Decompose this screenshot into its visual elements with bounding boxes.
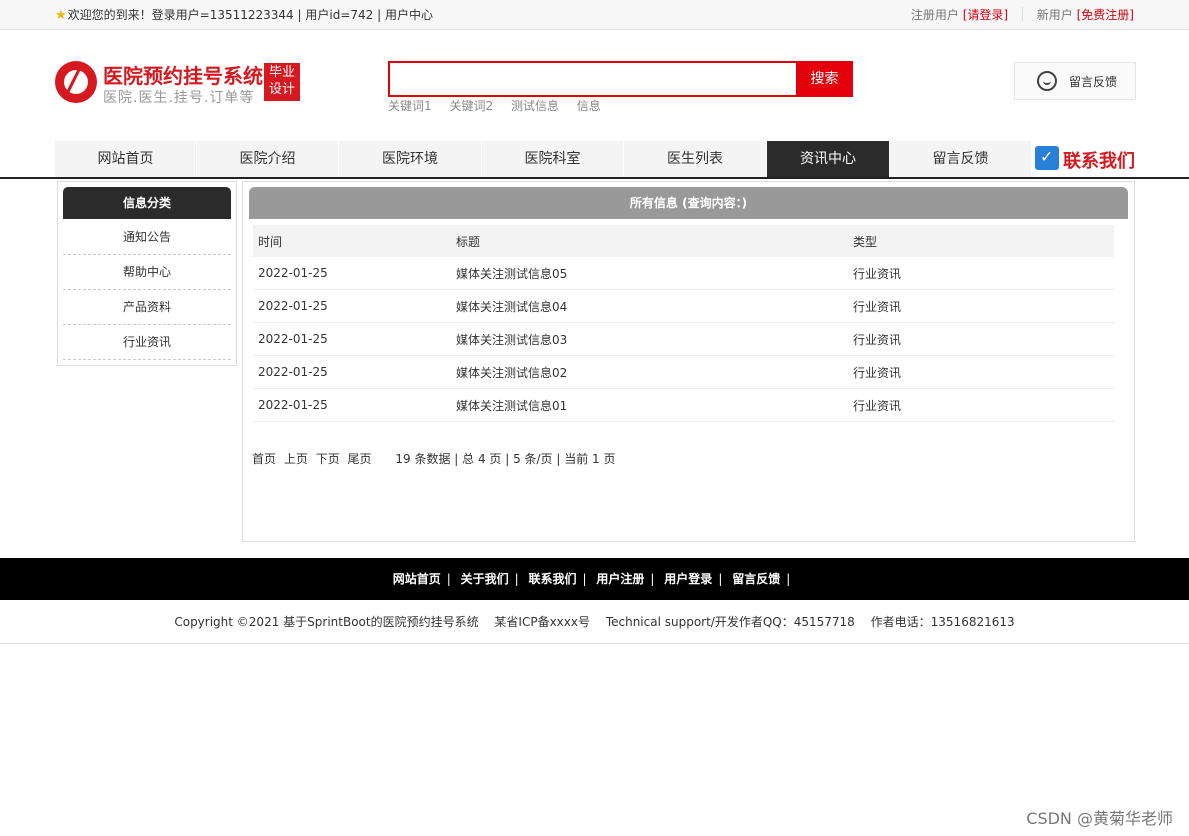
footer-nav: 网站首页 | 关于我们 | 联系我们 | 用户注册 | 用户登录 | 留言反馈 |	[0, 558, 1189, 600]
support-text: Technical support/开发作者QQ：45157718	[605, 615, 855, 629]
footer-link-contact[interactable]: 联系我们	[529, 572, 577, 586]
nav-item-feedback[interactable]: 留言反馈	[890, 141, 1032, 177]
cell-type: 行业资讯	[848, 322, 1114, 356]
nav-item-departments[interactable]: 医院科室	[482, 141, 624, 177]
contact-us-label: 联系我们	[1063, 151, 1135, 172]
column-header-title: 标题	[451, 225, 848, 257]
divider	[1021, 7, 1023, 21]
register-user-label: 注册用户	[910, 8, 959, 22]
headset-icon	[1037, 71, 1057, 91]
footer-separator: |	[786, 572, 791, 586]
copyright-text: Copyright ©2021 基于SprintBoot的医院预约挂号系统	[174, 615, 479, 629]
top-bar: ★欢迎您的到来！登录用户=13511223344 | 用户id=742 | 用户…	[0, 0, 1189, 30]
register-link[interactable]: [免费注册]	[1077, 8, 1134, 22]
keyword-link[interactable]: 关键词2	[449, 99, 493, 113]
pager-next-link[interactable]: 下页	[316, 452, 340, 466]
table-row[interactable]: 2022-01-25 媒体关注测试信息01 行业资讯	[253, 388, 1114, 422]
footer-separator: |	[650, 572, 655, 586]
cell-title-link[interactable]: 媒体关注测试信息05	[451, 257, 848, 290]
search-input[interactable]	[388, 61, 798, 97]
info-list-panel: 所有信息 (查询内容：) 时间 标题 类型 2022-01-25 媒体关注测试信…	[242, 181, 1135, 542]
hot-keywords: 关键词1 关键词2 测试信息 信息	[388, 97, 615, 114]
cell-type: 行业资讯	[848, 289, 1114, 323]
search-button[interactable]: 搜索	[796, 61, 853, 97]
nav-item-hospital-intro[interactable]: 医院介绍	[197, 141, 339, 177]
sidebar-item-products[interactable]: 产品资料	[63, 290, 231, 325]
pager-first-link[interactable]: 首页	[252, 452, 276, 466]
copyright-bar: Copyright ©2021 基于SprintBoot的医院预约挂号系统 某省…	[0, 600, 1189, 644]
pager-stats: 19 条数据 | 总 4 页 | 5 条/页 | 当前 1 页	[395, 452, 616, 466]
nav-divider	[0, 177, 1189, 179]
keyword-link[interactable]: 信息	[577, 99, 601, 113]
keyword-link[interactable]: 测试信息	[511, 99, 559, 113]
nav-item-doctors[interactable]: 医生列表	[624, 141, 767, 177]
keyword-link[interactable]: 关键词1	[388, 99, 432, 113]
cell-time: 2022-01-25	[253, 388, 451, 422]
pager-links: 首页 上页 下页 尾页	[252, 452, 379, 466]
footer-link-home[interactable]: 网站首页	[393, 572, 441, 586]
column-header-time: 时间	[253, 225, 451, 257]
sidebar-item-help[interactable]: 帮助中心	[63, 255, 231, 290]
badge-line-2: 设计	[268, 82, 295, 97]
nav-item-home[interactable]: 网站首页	[55, 141, 197, 177]
phone-text: 作者电话：13516821613	[870, 615, 1015, 629]
login-link[interactable]: [请登录]	[963, 8, 1008, 22]
cell-time: 2022-01-25	[253, 257, 451, 290]
pager-last-link[interactable]: 尾页	[348, 452, 372, 466]
cell-type: 行业资讯	[848, 388, 1114, 422]
column-header-type: 类型	[848, 225, 1114, 257]
footer-separator: |	[582, 572, 587, 586]
feedback-label: 留言反馈	[1069, 75, 1118, 89]
footer-link-register[interactable]: 用户注册	[596, 572, 644, 586]
cell-title-link[interactable]: 媒体关注测试信息02	[451, 355, 848, 389]
footer-link-feedback[interactable]: 留言反馈	[732, 572, 780, 586]
table-header-row: 时间 标题 类型	[253, 225, 1114, 257]
footer-separator: |	[718, 572, 723, 586]
search-bar: 搜索	[388, 61, 853, 97]
badge-line-1: 毕业	[268, 65, 295, 80]
table-row[interactable]: 2022-01-25 媒体关注测试信息03 行业资讯	[253, 322, 1114, 356]
sidebar-item-notice[interactable]: 通知公告	[63, 220, 231, 255]
cell-type: 行业资讯	[848, 355, 1114, 389]
watermark: CSDN @黄菊华老师	[1026, 809, 1173, 828]
site-logo[interactable]: / 医院预约挂号系统 医院.医生.挂号.订单等 毕业 设计	[55, 60, 305, 106]
site-title: 医院预约挂号系统	[103, 64, 263, 88]
footer-separator: |	[446, 572, 451, 586]
pager-prev-link[interactable]: 上页	[284, 452, 308, 466]
cell-time: 2022-01-25	[253, 289, 451, 323]
table-row[interactable]: 2022-01-25 媒体关注测试信息02 行业资讯	[253, 355, 1114, 389]
welcome-text[interactable]: 欢迎您的到来！登录用户=13511223344 | 用户id=742 | 用户中…	[68, 8, 433, 22]
cell-title-link[interactable]: 媒体关注测试信息03	[451, 322, 848, 356]
cell-time: 2022-01-25	[253, 355, 451, 389]
new-user-label: 新用户	[1036, 8, 1073, 22]
footer-link-login[interactable]: 用户登录	[664, 572, 712, 586]
panel-title: 所有信息 (查询内容：)	[249, 187, 1128, 219]
cell-time: 2022-01-25	[253, 322, 451, 356]
cell-title-link[interactable]: 媒体关注测试信息04	[451, 289, 848, 323]
category-sidebar: 信息分类 通知公告 帮助中心 产品资料 行业资讯	[57, 181, 237, 366]
site-subtitle: 医院.医生.挂号.订单等	[103, 90, 255, 106]
nav-item-news[interactable]: 资讯中心	[767, 141, 890, 177]
icp-text: 某省ICP备xxxx号	[494, 615, 590, 629]
cell-type: 行业资讯	[848, 257, 1114, 290]
info-table: 时间 标题 类型 2022-01-25 媒体关注测试信息05 行业资讯 2022…	[253, 225, 1114, 422]
welcome-area: ★欢迎您的到来！登录用户=13511223344 | 用户id=742 | 用户…	[55, 6, 433, 23]
table-row[interactable]: 2022-01-25 媒体关注测试信息05 行业资讯	[253, 257, 1114, 290]
pagination: 首页 上页 下页 尾页 19 条数据 | 总 4 页 | 5 条/页 | 当前 …	[252, 450, 616, 467]
account-links: 注册用户 [请登录] 新用户 [免费注册]	[911, 6, 1134, 23]
cell-title-link[interactable]: 媒体关注测试信息01	[451, 388, 848, 422]
table-row[interactable]: 2022-01-25 媒体关注测试信息04 行业资讯	[253, 289, 1114, 323]
feedback-button[interactable]: 留言反馈	[1014, 62, 1136, 100]
nav-item-hospital-environment[interactable]: 医院环境	[339, 141, 482, 177]
sidebar-title: 信息分类	[63, 187, 231, 219]
footer-link-about[interactable]: 关于我们	[461, 572, 509, 586]
logo-badge: 毕业 设计	[264, 63, 300, 101]
sidebar-item-industry-news[interactable]: 行业资讯	[63, 325, 231, 360]
contact-check-icon	[1035, 146, 1059, 170]
star-icon: ★	[55, 8, 67, 23]
footer-separator: |	[514, 572, 519, 586]
logo-mark-icon: /	[55, 61, 97, 103]
main-nav: 网站首页 医院介绍 医院环境 医院科室 医生列表 资讯中心 留言反馈	[55, 141, 1134, 177]
